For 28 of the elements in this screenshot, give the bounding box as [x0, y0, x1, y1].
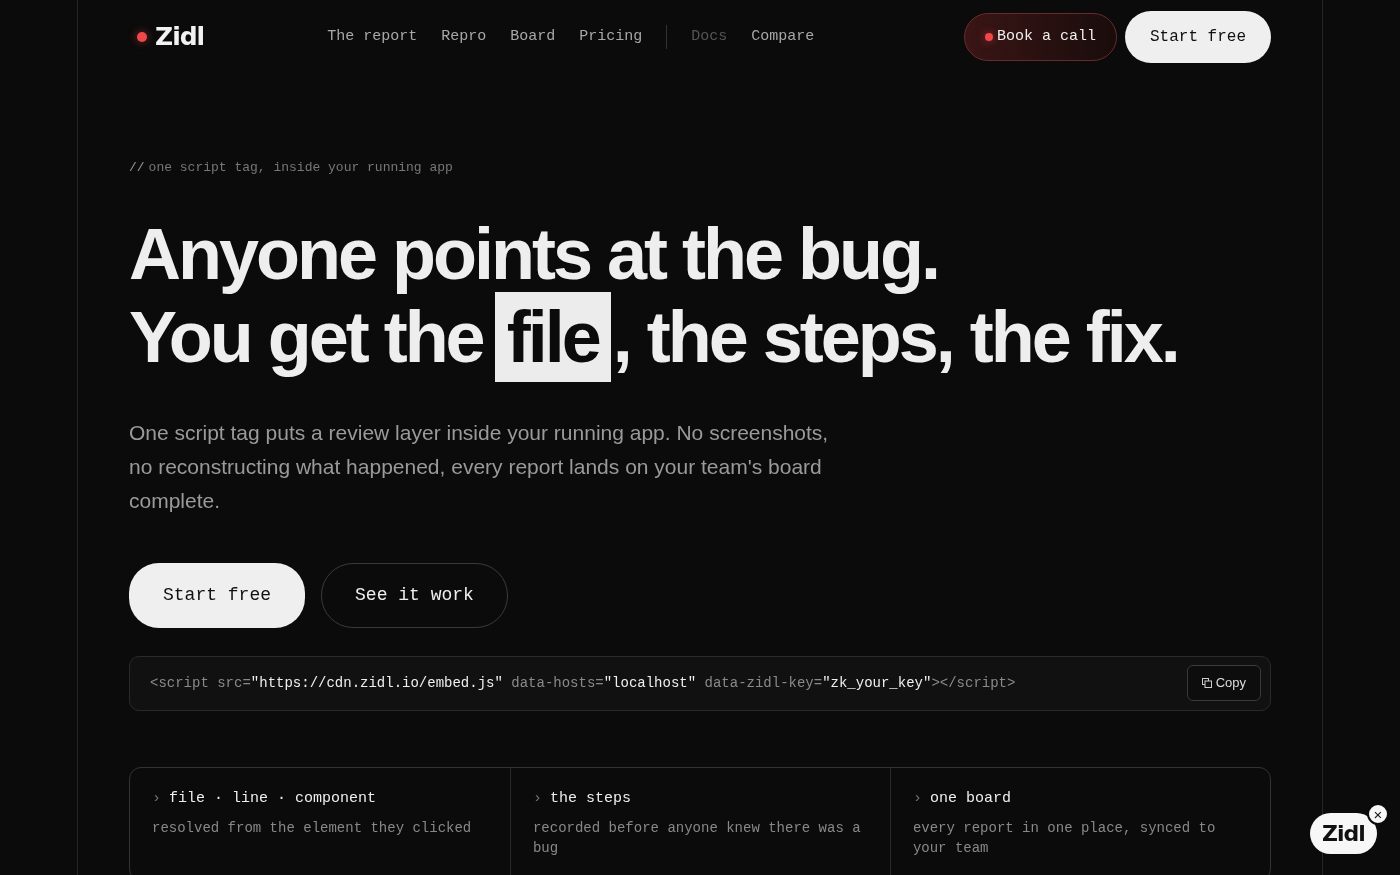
eyebrow-text: // one script tag, inside your running app [129, 159, 454, 177]
see-it-work-button[interactable]: See it work [321, 562, 508, 628]
nav-link[interactable]: The report [327, 25, 418, 49]
record-dot-icon [984, 33, 993, 41]
feature-title: › the steps [532, 788, 632, 809]
book-call-button[interactable]: Book a call [963, 12, 1117, 62]
close-button[interactable]: × [1367, 803, 1389, 825]
feature-description: every report in one place, synced to your team [912, 819, 1217, 858]
brand-logo[interactable]: Zidl [155, 18, 205, 56]
nav-link[interactable]: Pricing [579, 25, 643, 49]
start-free-button[interactable]: Start free [129, 562, 306, 628]
highlighted-word: file [494, 291, 611, 382]
lead-paragraph: One script tag puts a review layer inside your running app. No screenshots, no reconstructing what happened, every report lands on your team's board complete. [129, 419, 830, 514]
nav-link[interactable]: Board [510, 25, 556, 49]
nav-link[interactable]: Repro [441, 25, 487, 49]
logo-dot-icon [137, 32, 147, 42]
headline: Anyone points at the bug. [129, 215, 939, 292]
code-text: <script src="https://cdn.zidl.io/embed.js" data-hosts="localhost" data-zidl-key="zk_your_key"></script> [150, 673, 1016, 693]
feature-title: › one board [912, 788, 1012, 809]
headline: You get the [129, 298, 483, 375]
nav-link[interactable]: Compare [751, 25, 815, 49]
feature-title: › file · line · component [152, 788, 378, 809]
copy-button[interactable]: Copy [1186, 665, 1261, 701]
feature-description: resolved from the element they clicked [152, 819, 473, 838]
headline: , the steps, the fix. [612, 298, 1178, 375]
start-free-button[interactable]: Start free [1125, 11, 1271, 63]
feature-description: recorded before anyone knew there was a bug [532, 819, 862, 858]
copy-icon [1201, 678, 1212, 688]
